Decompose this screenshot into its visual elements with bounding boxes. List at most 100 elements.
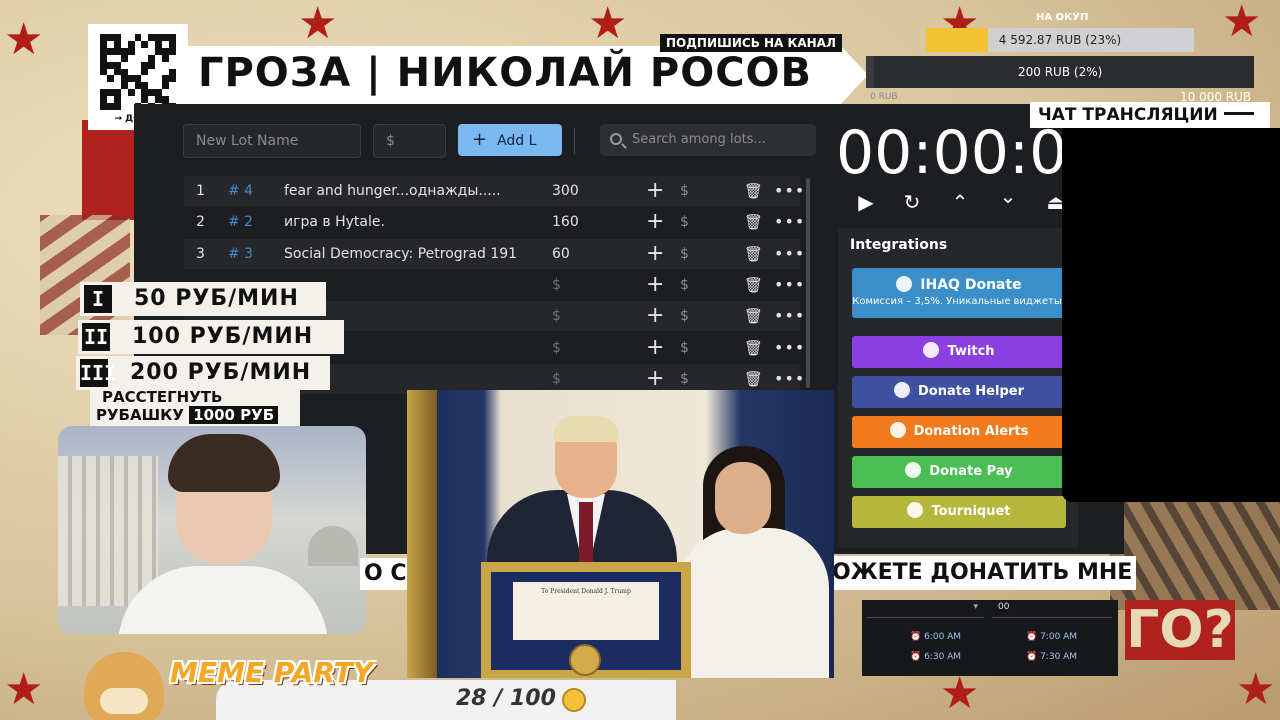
dollar-icon[interactable]: $ (680, 207, 689, 237)
hour-select[interactable]: ▾ (866, 602, 984, 618)
stream-title: ГРОЗА | НИКОЛАЙ РОСОВ (198, 50, 813, 96)
add-amount-icon[interactable]: + (646, 239, 664, 269)
photo-person-face (715, 462, 771, 534)
lot-row[interactable]: 2 # 2 игра в Hytale. 160 + $ 🗑 ••• (184, 207, 804, 237)
decrease-time-icon[interactable]: ⌄ (996, 184, 1020, 208)
lot-name[interactable]: fear and hunger...однажды..... (284, 176, 518, 206)
photo-flag (407, 390, 437, 678)
lot-name-input[interactable]: New Lot Name (183, 124, 361, 158)
add-amount-icon[interactable]: + (646, 176, 664, 206)
shirt-price: 1000 РУБ (189, 406, 279, 424)
more-icon[interactable]: ••• (774, 176, 805, 206)
add-amount-icon[interactable]: + (646, 270, 664, 300)
lot-row[interactable]: 3 # 3 Social Democracy: Petrograd 1917. (6… (184, 238, 804, 269)
lot-list-scrollbar[interactable] (806, 178, 810, 388)
alarm-time[interactable]: ⏰ 6:30 AM (910, 652, 961, 662)
trash-icon[interactable]: 🗑 (744, 176, 763, 206)
integration-donation-alerts-button[interactable]: Donation Alerts (852, 416, 1066, 448)
poster-flag (40, 215, 130, 335)
add-lot-button[interactable]: + Add L (458, 124, 562, 156)
ihaq-icon (896, 276, 913, 292)
dollar-icon[interactable]: $ (680, 270, 689, 300)
alarm-time[interactable]: ⏰ 7:30 AM (1026, 652, 1077, 662)
trash-icon[interactable]: 🗑 (744, 301, 763, 331)
goal-progress-bar: 4 592.87 RUB (23%) (926, 28, 1194, 52)
integration-label: Tourniquet (931, 504, 1011, 519)
lot-id[interactable]: # 3 (228, 239, 253, 269)
integration-donate-helper-button[interactable]: Donate Helper (852, 376, 1066, 408)
add-amount-icon[interactable]: + (646, 301, 664, 331)
meme-count: 28 / 100 (456, 686, 556, 711)
ticker-right: ОЖЕТЕ ДОНАТИТЬ МНЕ А (832, 556, 1136, 590)
add-amount-icon[interactable]: + (646, 207, 664, 237)
chat-label: ЧАТ ТРАНСЛЯЦИИ (1030, 102, 1270, 128)
reset-icon[interactable]: ↻ (900, 190, 924, 214)
stream-title-banner: ГРОЗА | НИКОЛАЙ РОСОВ (188, 46, 868, 104)
lot-id[interactable]: # 2 (228, 207, 253, 237)
plus-icon: + (472, 129, 488, 150)
lot-amount[interactable]: 60 (552, 239, 570, 269)
auction-timer: 00:00:00 (836, 118, 1066, 188)
lot-row[interactable]: 1 # 4 fear and hunger...однажды..... 300 + $ 🗑… (184, 176, 804, 206)
trash-icon[interactable]: 🗑 (744, 270, 763, 300)
alarm-time[interactable]: ⏰ 7:00 AM (1026, 632, 1077, 642)
add-lot-label: Add L (497, 133, 537, 149)
star-icon: ★ (1236, 664, 1276, 715)
minute-field[interactable]: 00 (992, 602, 1112, 618)
photo-tie (579, 502, 593, 562)
photo-framed-award: To President Donald J. Trump (481, 562, 691, 678)
integration-twitch-button[interactable]: Twitch (852, 336, 1066, 368)
news-photo: To President Donald J. Trump (407, 390, 834, 678)
lot-name[interactable]: игра в Hytale. (284, 207, 518, 237)
second-goal-text: 200 RUB (2%) (1018, 65, 1103, 79)
lot-id[interactable]: # 4 (228, 176, 253, 206)
poster-red-text: ГО? (1125, 600, 1235, 660)
integration-label: Donate Pay (929, 464, 1013, 479)
trash-icon[interactable]: 🗑 (744, 333, 763, 363)
more-icon[interactable]: ••• (774, 333, 805, 363)
dollar-icon[interactable]: $ (680, 333, 689, 363)
ihaq-desc: Комиссия – 3,5%. Уникальные виджеты! (852, 296, 1066, 307)
lot-index: 1 (196, 183, 205, 199)
lot-amount[interactable]: $ (552, 333, 561, 363)
dollar-icon[interactable]: $ (680, 301, 689, 331)
integration-donate-pay-button[interactable]: Donate Pay (852, 456, 1066, 488)
shirt-line2: РУБАШКУ (96, 406, 184, 424)
tier-text: 50 РУБ/МИН (134, 286, 299, 311)
integration-label: Donate Helper (918, 384, 1024, 399)
tier-number: III (80, 359, 117, 387)
more-icon[interactable]: ••• (774, 301, 805, 331)
search-icon (610, 133, 622, 145)
subscribe-tag: ПОДПИШИСЬ НА КАНАЛ (660, 34, 842, 52)
meme-title: MEME PARTY (170, 656, 374, 689)
dollar-icon[interactable]: $ (680, 176, 689, 206)
ihaq-donate-button[interactable]: IHAQ Donate Комиссия – 3,5%. Уникальные … (852, 268, 1066, 318)
ihaq-name: IHAQ Donate (920, 277, 1022, 293)
lot-amount[interactable]: $ (552, 270, 561, 300)
lot-search-input[interactable]: Search among lots... (600, 124, 816, 156)
star-icon: ★ (1222, 0, 1262, 47)
shirt-line1: РАССТЕГНУТЬ (102, 388, 223, 406)
play-icon[interactable]: ▶ (854, 190, 878, 214)
lot-amount[interactable]: 160 (552, 207, 579, 237)
integration-tourniquet-button[interactable]: Tourniquet (852, 496, 1066, 528)
tier-number: II (82, 323, 110, 351)
dollar-icon[interactable]: $ (680, 239, 689, 269)
alarm-panel: ▾ 00 ⏰ 6:00 AM ⏰ 7:00 AM ⏰ 6:30 AM ⏰ 7:3… (862, 600, 1118, 676)
trash-icon[interactable]: 🗑 (744, 207, 763, 237)
lot-amount[interactable]: 300 (552, 176, 579, 206)
lot-amount-input[interactable]: $ (373, 124, 446, 158)
lot-name[interactable]: Social Democracy: Petrograd 1917. ( (284, 239, 518, 269)
meme-party-widget: MEME PARTY 28 / 100 (66, 652, 676, 720)
more-icon[interactable]: ••• (774, 270, 805, 300)
alarm-time[interactable]: ⏰ 6:00 AM (910, 632, 961, 642)
add-amount-icon[interactable]: + (646, 333, 664, 363)
more-icon[interactable]: ••• (774, 207, 805, 237)
goal-label: НА ОКУП (1036, 12, 1089, 23)
increase-time-icon[interactable]: ⌃ (948, 190, 972, 214)
star-icon: ★ (4, 14, 44, 65)
trash-icon[interactable]: 🗑 (744, 239, 763, 269)
more-icon[interactable]: ••• (774, 239, 805, 269)
shirt-offer: РАССТЕГНУТЬ РУБАШКУ 1000 РУБ (90, 388, 300, 428)
lot-amount[interactable]: $ (552, 301, 561, 331)
